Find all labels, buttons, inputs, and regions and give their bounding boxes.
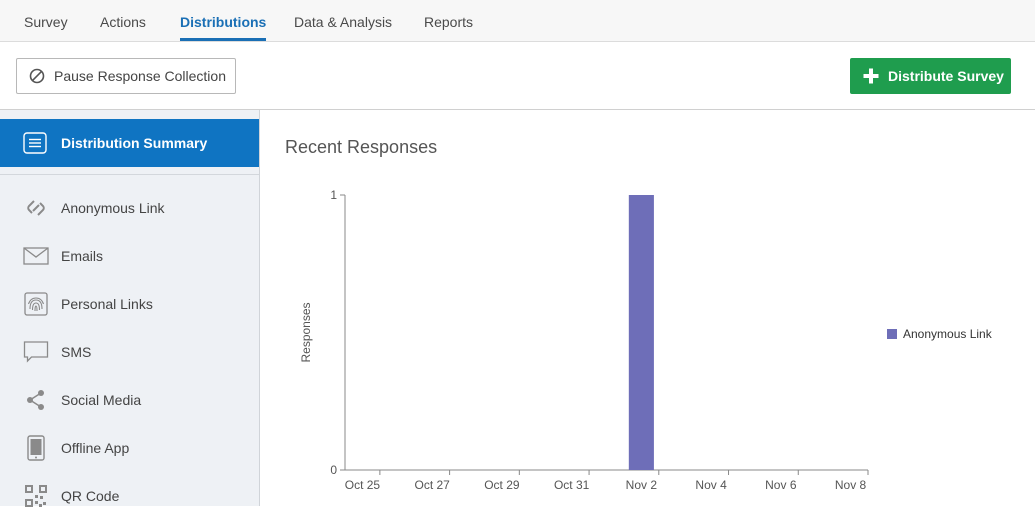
x-tick-label: Oct 29 <box>484 478 520 492</box>
y-tick-label: 0 <box>330 463 337 477</box>
responses-chart: 0 1 Responses Oct 25 Oct 27 Oct 29 Oct 31 Nov 2… <box>299 188 869 492</box>
sidebar-item-label: Offline App <box>61 440 130 456</box>
distribute-button-label: Distribute Survey <box>888 68 1004 84</box>
bar <box>628 195 654 470</box>
sidebar-item-sms[interactable]: SMS <box>0 328 259 376</box>
link-icon <box>23 195 49 221</box>
sidebar-item-social-media[interactable]: Social Media <box>0 376 259 424</box>
tab-reports[interactable]: Reports <box>424 0 473 41</box>
sidebar: Distribution Summary Anonymous Link Emai… <box>0 110 260 507</box>
chart-legend: Anonymous Link <box>887 327 992 341</box>
sidebar-item-distribution-summary[interactable]: Distribution Summary <box>0 119 259 167</box>
x-tick-label: Oct 25 <box>345 478 381 492</box>
tab-survey[interactable]: Survey <box>24 0 68 41</box>
pause-response-collection-button[interactable]: Pause Response Collection <box>16 58 236 94</box>
top-nav: Survey Actions Distributions Data & Anal… <box>0 0 1035 42</box>
legend-swatch <box>887 329 897 339</box>
tab-actions[interactable]: Actions <box>100 0 146 41</box>
y-axis-label: Responses <box>299 302 313 362</box>
qr-code-icon <box>23 483 49 509</box>
x-tick-label: Oct 31 <box>554 478 590 492</box>
y-tick-label: 1 <box>330 188 337 202</box>
ban-icon <box>29 68 45 84</box>
page-title: Recent Responses <box>285 137 438 157</box>
x-tick-label: Nov 6 <box>765 478 797 492</box>
tablet-icon <box>23 435 49 461</box>
sidebar-item-anonymous-link[interactable]: Anonymous Link <box>0 184 259 232</box>
distribute-survey-button[interactable]: Distribute Survey <box>850 58 1011 94</box>
list-icon <box>23 132 47 154</box>
x-tick-label: Nov 2 <box>626 478 658 492</box>
speech-bubble-icon <box>23 339 49 365</box>
x-tick-label: Nov 4 <box>695 478 727 492</box>
sidebar-item-emails[interactable]: Emails <box>0 232 259 280</box>
legend-label: Anonymous Link <box>903 327 992 341</box>
plus-icon <box>863 68 879 84</box>
sidebar-item-label: QR Code <box>61 488 120 504</box>
sidebar-item-label: Personal Links <box>61 296 153 312</box>
tab-distributions[interactable]: Distributions <box>180 0 267 41</box>
sidebar-item-label: Emails <box>61 248 104 264</box>
x-tick-label: Nov 8 <box>835 478 867 492</box>
envelope-icon <box>23 243 49 269</box>
sidebar-item-label: Distribution Summary <box>61 135 208 151</box>
sidebar-item-personal-links[interactable]: Personal Links <box>0 280 259 328</box>
x-tick-label: Oct 27 <box>414 478 450 492</box>
sidebar-item-label: Social Media <box>61 392 142 408</box>
pause-button-label: Pause Response Collection <box>54 68 226 84</box>
sidebar-item-qr-code[interactable]: QR Code <box>0 472 259 520</box>
share-icon <box>23 387 49 413</box>
sidebar-divider <box>0 174 259 175</box>
sidebar-item-offline-app[interactable]: Offline App <box>0 424 259 472</box>
sidebar-item-label: Anonymous Link <box>61 200 165 216</box>
fingerprint-icon <box>23 291 49 317</box>
tab-data-analysis[interactable]: Data & Analysis <box>294 0 392 41</box>
toolbar: Pause Response Collection Distribute Sur… <box>0 42 1035 110</box>
sidebar-item-label: SMS <box>61 344 92 360</box>
